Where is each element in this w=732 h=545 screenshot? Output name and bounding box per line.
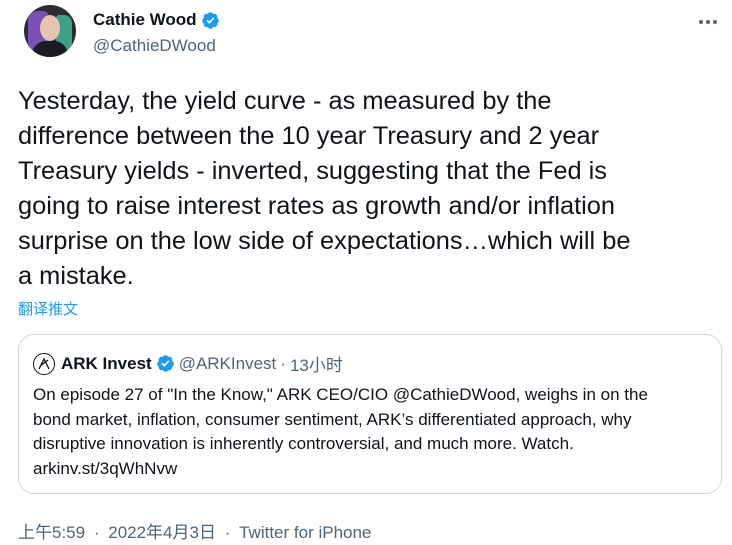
quoted-author-handle: @ARKInvest <box>178 353 277 373</box>
author-avatar[interactable] <box>24 5 76 57</box>
verified-badge-icon <box>156 355 174 372</box>
verified-badge-icon <box>201 11 219 29</box>
author-handle[interactable]: @CathieDWood <box>93 36 216 56</box>
quoted-tweet-header: ARK Invest @ARKInvest · 13小时 <box>33 351 343 376</box>
ark-logo-glyph <box>38 357 50 369</box>
author-name[interactable]: Cathie Wood <box>93 10 197 30</box>
quoted-tweet-card[interactable]: ARK Invest @ARKInvest · 13小时 On episode … <box>18 334 722 494</box>
ark-logo-icon <box>33 352 55 375</box>
quoted-timestamp: 13小时 <box>289 356 343 375</box>
more-dot <box>713 20 717 24</box>
quoted-author-name: ARK Invest <box>61 353 152 373</box>
quoted-tweet-text: On episode 27 of "In the Know," ARK CEO/… <box>33 385 648 478</box>
tweet-time[interactable]: 上午5:59 <box>18 523 85 542</box>
more-dot <box>706 20 710 24</box>
tweet-meta: 上午5:59 · 2022年4月3日 · Twitter for iPhone <box>18 518 371 543</box>
quoted-separator: · <box>280 353 286 373</box>
tweet-text: Yesterday, the yield curve - as measured… <box>18 87 631 290</box>
more-dot <box>699 20 703 24</box>
tweet-source: Twitter for iPhone <box>239 523 372 542</box>
avatar-body <box>32 41 68 57</box>
meta-separator: · <box>93 523 100 542</box>
author-name-row[interactable]: Cathie Wood <box>93 10 220 30</box>
avatar-face <box>40 15 60 41</box>
tweet-date[interactable]: 2022年4月3日 <box>108 523 216 542</box>
translate-tweet-link[interactable]: 翻译推文 <box>18 298 78 319</box>
more-options-icon[interactable] <box>696 12 720 32</box>
meta-separator: · <box>224 523 231 542</box>
